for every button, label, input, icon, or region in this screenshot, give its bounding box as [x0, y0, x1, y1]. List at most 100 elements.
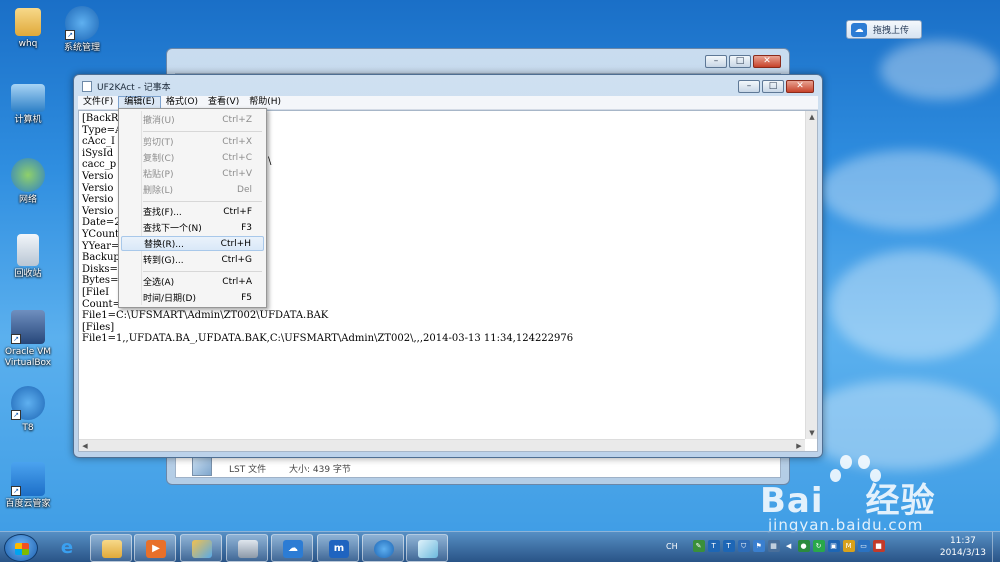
menu-item-cut[interactable]: 剪切(T) Ctrl+X — [121, 134, 264, 149]
security-icon[interactable]: ● — [797, 540, 810, 552]
menu-item-shortcut: Ctrl+V — [222, 168, 252, 179]
menu-item-shortcut: Ctrl+A — [222, 276, 252, 287]
notepad-icon — [418, 540, 438, 558]
taskbar-system-manage[interactable] — [362, 534, 404, 562]
tray-app-icon[interactable]: ■ — [872, 540, 885, 552]
menu-item-label: 撤消(U) — [143, 116, 175, 126]
taskbar-notepad[interactable] — [406, 534, 448, 562]
menu-item-shortcut: Ctrl+G — [221, 254, 252, 265]
pen-icon[interactable]: ✎ — [692, 540, 705, 552]
menu-item-select-all[interactable]: 全选(A) Ctrl+A — [121, 274, 264, 289]
system-manage-icon: ↗ — [65, 6, 99, 40]
desktop-icon-computer[interactable]: 计算机 — [0, 84, 56, 126]
menu-item-shortcut: Ctrl+F — [223, 206, 252, 217]
media-player-icon: ▶ — [146, 540, 166, 558]
notepad-titlebar[interactable]: UF2KAct - 记事本 — [82, 80, 171, 93]
desktop-icon-whq[interactable]: whq — [0, 8, 56, 50]
menu-item-find-next[interactable]: 查找下一个(N) F3 — [121, 220, 264, 235]
t8-tray-icon[interactable]: T — [707, 540, 720, 552]
scroll-right-arrow-icon[interactable]: ▶ — [793, 440, 805, 451]
editor-line: File1=1,,UFDATA.BA_,UFDATA.BAK,C:\UFSMAR… — [82, 333, 574, 345]
menu-item-shortcut: Del — [237, 184, 252, 195]
menu-item-label: 剪切(T) — [143, 138, 174, 148]
mail-icon[interactable]: M — [842, 540, 855, 552]
clock-date: 2014/3/13 — [939, 548, 986, 558]
scroll-up-arrow-icon[interactable]: ▲ — [806, 111, 817, 123]
menu-item-time-date[interactable]: 时间/日期(D) F5 — [121, 290, 264, 305]
menu-item-find[interactable]: 查找(F)... Ctrl+F — [121, 204, 264, 219]
desktop-icon-label: 回收站 — [14, 269, 42, 279]
menu-item-shortcut: Ctrl+C — [222, 152, 252, 163]
menu-item-label: 替换(R)... — [144, 240, 184, 250]
clock-time: 11:37 — [949, 536, 976, 546]
display-icon[interactable]: ▭ — [857, 540, 870, 552]
close-button[interactable]: ✕ — [786, 80, 814, 93]
windows-logo-icon — [15, 543, 29, 555]
desktop-icon-label: 系统管理 — [63, 43, 100, 53]
volume-icon[interactable]: ◀ — [783, 540, 795, 552]
menu-item-label: 粘贴(P) — [143, 170, 174, 180]
menu-item-undo[interactable]: 撤消(U) Ctrl+Z — [121, 112, 264, 127]
menu-item-shortcut: Ctrl+X — [222, 136, 252, 147]
taskbar-paint[interactable] — [180, 534, 222, 562]
cloud — [880, 40, 1000, 100]
desktop-icon-system-manage[interactable]: ↗ 系统管理 — [54, 6, 110, 54]
desktop-icon-baidu-cloud[interactable]: ↗ 百度云管家 — [0, 462, 56, 510]
show-desktop-button[interactable] — [992, 532, 1000, 562]
taskbar-explorer[interactable] — [90, 534, 132, 562]
taskbar-ie[interactable]: e — [46, 534, 88, 562]
maximize-button[interactable]: □ — [729, 55, 751, 68]
update-icon[interactable]: ↻ — [812, 540, 825, 552]
taskbar-maxthon[interactable]: m — [317, 534, 359, 562]
desktop-icon-label: Oracle VM VirtualBox — [4, 347, 52, 368]
menu-item-delete[interactable]: 删除(L) Del — [121, 182, 264, 197]
maximize-button[interactable]: □ — [762, 80, 784, 93]
menu-item-label: 复制(C) — [143, 154, 175, 164]
close-button[interactable]: ✕ — [753, 55, 781, 68]
menu-file[interactable]: 文件(F) — [78, 96, 118, 109]
taskbar-task-manager[interactable] — [226, 534, 268, 562]
minimize-button[interactable]: – — [738, 80, 760, 93]
internet-explorer-icon: e — [60, 537, 74, 558]
cloud — [820, 150, 1000, 230]
menu-item-replace[interactable]: 替换(R)... Ctrl+H — [121, 236, 264, 251]
horizontal-scrollbar[interactable]: ◀ ▶ — [79, 439, 805, 451]
t8-tray-icon[interactable]: T — [722, 540, 735, 552]
scroll-down-arrow-icon[interactable]: ▼ — [806, 427, 817, 439]
menu-item-shortcut: F5 — [241, 292, 252, 303]
maxthon-browser-icon: m — [329, 540, 349, 558]
desktop-icon-label: whq — [18, 39, 38, 49]
network-tray-icon[interactable]: ▦ — [767, 540, 780, 552]
vertical-scrollbar[interactable]: ▲ ▼ — [805, 111, 817, 439]
desktop-icon-recycle-bin[interactable]: 回收站 — [0, 234, 56, 280]
menu-item-shortcut: Ctrl+Z — [222, 114, 252, 125]
menu-item-goto[interactable]: 转到(G)... Ctrl+G — [121, 252, 264, 267]
desktop-icon-virtualbox[interactable]: ↗ Oracle VM VirtualBox — [0, 310, 56, 369]
network-icon — [11, 158, 45, 192]
desktop-icon-t8[interactable]: ↗ T8 — [0, 386, 56, 434]
desktop-icon-network[interactable]: 网络 — [0, 158, 56, 206]
baidu-cloud-icon: ☁ — [283, 540, 303, 558]
scroll-left-arrow-icon[interactable]: ◀ — [79, 440, 91, 451]
taskbar-media-player[interactable]: ▶ — [134, 534, 176, 562]
desktop-icon-label: 百度云管家 — [5, 499, 51, 509]
minimize-button[interactable]: – — [705, 55, 727, 68]
menu-item-label: 查找下一个(N) — [143, 224, 202, 234]
virtualbox-icon: ↗ — [11, 310, 45, 344]
background-window-controls: – □ ✕ — [705, 55, 781, 68]
flag-icon[interactable]: ⚑ — [752, 540, 765, 552]
start-button[interactable] — [4, 534, 38, 562]
notepad-window-controls: – □ ✕ — [738, 80, 814, 93]
t8-icon: ↗ — [11, 386, 45, 420]
drag-upload-button[interactable]: ☁ 拖拽上传 — [846, 20, 922, 39]
menu-separator — [143, 271, 262, 272]
tray-app-icon[interactable]: ▣ — [827, 540, 840, 552]
menu-item-label: 时间/日期(D) — [143, 294, 196, 304]
menu-item-paste[interactable]: 粘贴(P) Ctrl+V — [121, 166, 264, 181]
language-indicator[interactable]: CH — [666, 542, 678, 551]
shield-icon[interactable]: ⛉ — [737, 540, 750, 552]
taskbar-baidu-cloud[interactable]: ☁ — [271, 534, 313, 562]
baidu-cloud-icon: ↗ — [11, 462, 45, 496]
clock[interactable]: 11:37 2014/3/13 — [940, 535, 986, 559]
menu-item-copy[interactable]: 复制(C) Ctrl+C — [121, 150, 264, 165]
